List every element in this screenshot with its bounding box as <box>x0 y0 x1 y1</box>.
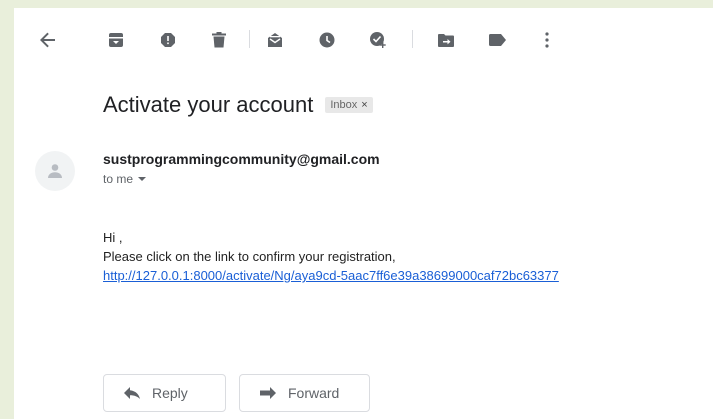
mark-unread-icon[interactable] <box>264 29 286 51</box>
caret-down-icon <box>138 177 147 181</box>
delete-icon[interactable] <box>208 29 230 51</box>
email-view: Activate your account Inbox × sustprogra… <box>14 8 713 419</box>
toolbar-divider <box>249 30 250 48</box>
move-to-icon[interactable] <box>435 29 457 51</box>
labels-icon[interactable] <box>486 29 508 51</box>
message-text: Please click on the link to confirm your… <box>103 249 396 264</box>
greeting-text: Hi , <box>103 230 123 245</box>
report-spam-icon[interactable] <box>157 29 179 51</box>
forward-icon <box>260 387 276 399</box>
recipient-dropdown[interactable]: to me <box>103 172 147 186</box>
inbox-label-chip[interactable]: Inbox × <box>325 97 373 113</box>
reply-button[interactable]: Reply <box>103 374 226 412</box>
more-options-icon[interactable] <box>536 29 558 51</box>
sender-address: sustprogrammingcommunity@gmail.com <box>103 151 380 167</box>
avatar <box>35 151 75 191</box>
label-text: Inbox <box>330 99 358 111</box>
remove-label-button[interactable]: × <box>361 99 367 111</box>
reply-icon <box>124 387 140 399</box>
email-body: Hi , Please click on the link to confirm… <box>103 228 559 285</box>
email-toolbar <box>14 8 713 70</box>
toolbar-divider <box>412 30 413 48</box>
reply-label: Reply <box>152 385 188 401</box>
person-icon <box>48 164 62 178</box>
add-to-tasks-icon[interactable] <box>367 29 389 51</box>
forward-label: Forward <box>288 385 340 401</box>
forward-button[interactable]: Forward <box>239 374 370 412</box>
activation-link[interactable]: http://127.0.0.1:8000/activate/Ng/aya9cd… <box>103 268 559 283</box>
subject-row: Activate your account Inbox × <box>103 92 373 118</box>
snooze-icon[interactable] <box>316 29 338 51</box>
archive-icon[interactable] <box>105 29 127 51</box>
email-subject: Activate your account <box>103 92 314 117</box>
recipient-label: to me <box>103 172 134 186</box>
back-arrow-icon[interactable] <box>37 29 59 51</box>
